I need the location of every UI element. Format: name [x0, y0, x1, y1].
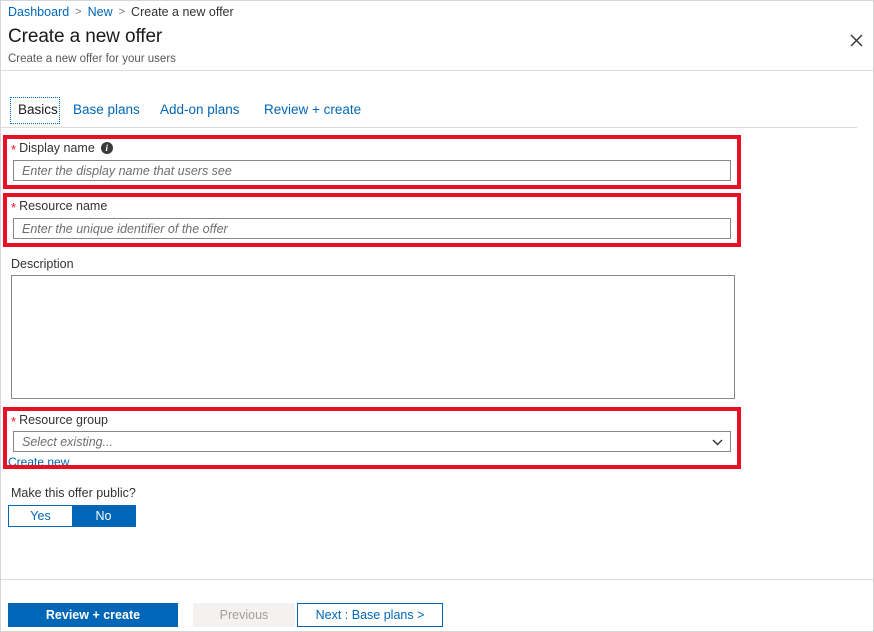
tab-add-on-plans[interactable]: Add-on plans — [160, 95, 240, 123]
resource-group-select-value[interactable]: Select existing... — [13, 431, 731, 452]
close-button[interactable] — [843, 27, 869, 53]
blade-header: Create a new offer Create a new offer fo… — [1, 22, 873, 71]
info-icon[interactable]: i — [101, 142, 113, 154]
resource-name-label: * Resource name — [11, 199, 107, 213]
description-label: Description — [11, 257, 74, 271]
tab-review-create[interactable]: Review + create — [264, 95, 361, 123]
close-icon — [850, 34, 863, 47]
display-name-label-text: Display name — [19, 141, 95, 155]
previous-button: Previous — [193, 603, 295, 627]
tab-base-plans[interactable]: Base plans — [73, 95, 140, 123]
description-textarea[interactable] — [11, 275, 735, 399]
tab-bar: Basics Base plans Add-on plans Review + … — [1, 95, 857, 128]
toggle-option-yes[interactable]: Yes — [9, 506, 72, 526]
footer-divider — [1, 579, 873, 580]
page-subtitle: Create a new offer for your users — [8, 53, 176, 65]
breadcrumb-separator: > — [119, 6, 125, 18]
create-offer-blade: Dashboard > New > Create a new offer Cre… — [0, 0, 874, 632]
public-toggle-label: Make this offer public? — [11, 486, 136, 500]
display-name-input[interactable] — [13, 160, 731, 181]
tab-basics[interactable]: Basics — [18, 95, 58, 123]
resource-group-label-text: Resource group — [19, 413, 108, 427]
public-toggle-group: Yes No — [8, 505, 136, 527]
required-marker: * — [11, 143, 16, 156]
description-label-text: Description — [11, 257, 74, 271]
create-new-resource-group-link[interactable]: Create new — [8, 455, 69, 469]
review-create-button[interactable]: Review + create — [8, 603, 178, 627]
resource-group-select[interactable]: Select existing... — [13, 431, 731, 452]
resource-name-label-text: Resource name — [19, 199, 107, 213]
display-name-label: * Display name i — [11, 141, 113, 155]
required-marker: * — [11, 201, 16, 214]
breadcrumb-separator: > — [75, 6, 81, 18]
breadcrumb-item-new[interactable]: New — [88, 5, 113, 19]
required-marker: * — [11, 415, 16, 428]
toggle-option-no[interactable]: No — [72, 506, 135, 526]
page-title: Create a new offer — [8, 26, 162, 48]
public-toggle-label-text: Make this offer public? — [11, 486, 136, 500]
next-base-plans-button[interactable]: Next : Base plans > — [297, 603, 443, 627]
resource-group-label: * Resource group — [11, 413, 108, 427]
breadcrumb-item-current: Create a new offer — [131, 5, 234, 19]
breadcrumb-item-dashboard[interactable]: Dashboard — [8, 5, 69, 19]
breadcrumb: Dashboard > New > Create a new offer — [1, 1, 874, 22]
resource-name-input[interactable] — [13, 218, 731, 239]
